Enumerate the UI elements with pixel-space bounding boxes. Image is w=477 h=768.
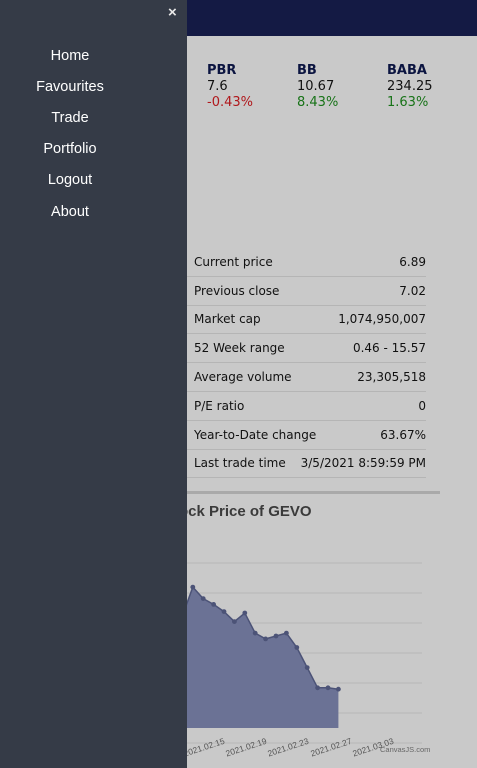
stat-value: 23,305,518 <box>357 370 426 385</box>
stat-label: Market cap <box>194 312 261 327</box>
ticker-change: -0.43% <box>207 95 253 110</box>
nav-item-portfolio[interactable]: Portfolio <box>0 141 140 157</box>
data-point[interactable] <box>336 686 341 692</box>
nav-item-home[interactable]: Home <box>0 48 140 64</box>
stat-row-ytd-change: Year-to-Date change 63.67% <box>186 421 426 450</box>
stat-value: 7.02 <box>399 283 426 298</box>
nav-item-logout[interactable]: Logout <box>0 172 140 188</box>
stat-row-last-trade-time: Last trade time 3/5/2021 8:59:59 PM <box>186 450 426 479</box>
chart-title: ock Price of GEVO <box>179 503 312 520</box>
x-tick-label: 2021.02.19 <box>224 736 268 759</box>
data-point[interactable] <box>294 645 300 650</box>
stat-row-pe-ratio: P/E ratio 0 <box>186 392 426 421</box>
stock-stats-table: Current price 6.89 Previous close 7.02 M… <box>186 248 426 479</box>
x-tick-label: 2021.02.27 <box>309 736 353 759</box>
ticker-price: 10.67 <box>297 79 335 94</box>
stat-row-market-cap: Market cap 1,074,950,007 <box>186 306 426 335</box>
stat-value: 6.89 <box>399 254 426 269</box>
data-point[interactable] <box>325 685 331 691</box>
x-axis-ticks: 2021.02.152021.02.192021.02.23 2021.02.27… <box>182 736 395 759</box>
data-point[interactable] <box>284 630 289 636</box>
stat-value: 0.46 - 15.57 <box>352 341 426 356</box>
close-icon[interactable]: × <box>168 4 177 21</box>
ticker-change: 8.43% <box>297 95 339 110</box>
stat-value: 63.67% <box>380 427 426 442</box>
sidebar-nav: × Home Favourites Trade Portfolio Logout… <box>0 0 187 768</box>
nav-item-favourites[interactable]: Favourites <box>0 79 140 95</box>
ticker-bb[interactable]: BB 10.67 8.43% <box>297 63 338 111</box>
stat-row-current-price: Current price 6.89 <box>186 248 426 277</box>
data-point[interactable] <box>315 685 320 691</box>
x-tick-label: 2021.02.15 <box>182 736 226 759</box>
ticker-price: 7.6 <box>207 79 228 94</box>
stat-label: Current price <box>194 254 273 269</box>
ticker-price: 234.25 <box>387 79 433 94</box>
data-point[interactable] <box>200 596 206 601</box>
stat-label: Previous close <box>194 283 280 298</box>
ticker-change: 1.63% <box>387 95 429 110</box>
ticker-baba[interactable]: BABA 234.25 1.63% <box>387 63 433 111</box>
nav-item-trade[interactable]: Trade <box>0 110 140 126</box>
stat-row-previous-close: Previous close 7.02 <box>186 277 426 306</box>
data-point[interactable] <box>252 630 258 636</box>
stat-label: Average volume <box>194 370 292 385</box>
nav-item-about[interactable]: About <box>0 204 140 220</box>
data-point[interactable] <box>304 665 310 670</box>
stat-label: P/E ratio <box>194 398 245 413</box>
stat-label: Last trade time <box>194 456 286 471</box>
data-point[interactable] <box>232 619 237 624</box>
ticker-symbol: BB <box>297 63 317 78</box>
data-point[interactable] <box>263 636 268 642</box>
ticker-pbr[interactable]: PBR 7.6 -0.43% <box>207 63 253 111</box>
stat-label: Year-to-Date change <box>194 427 317 442</box>
ticker-symbol: BABA <box>387 63 427 78</box>
data-point[interactable] <box>242 610 248 616</box>
data-point[interactable] <box>211 602 217 607</box>
section-divider <box>186 491 440 494</box>
stat-row-average-volume: Average volume 23,305,518 <box>186 363 426 392</box>
stat-value: 3/5/2021 8:59:59 PM <box>300 456 426 471</box>
x-tick-label: 2021.02.23 <box>266 736 310 759</box>
stat-value: 1,074,950,007 <box>338 312 426 327</box>
ticker-symbol: PBR <box>207 63 237 78</box>
stat-row-52-week-range: 52 Week range 0.46 - 15.57 <box>186 334 426 364</box>
data-point[interactable] <box>190 584 196 590</box>
stat-value: 0 <box>418 398 426 413</box>
data-point[interactable] <box>273 633 279 639</box>
data-point[interactable] <box>221 609 227 614</box>
canvasjs-credit[interactable]: CanvasJS.com <box>380 745 430 754</box>
stat-label: 52 Week range <box>194 341 285 356</box>
